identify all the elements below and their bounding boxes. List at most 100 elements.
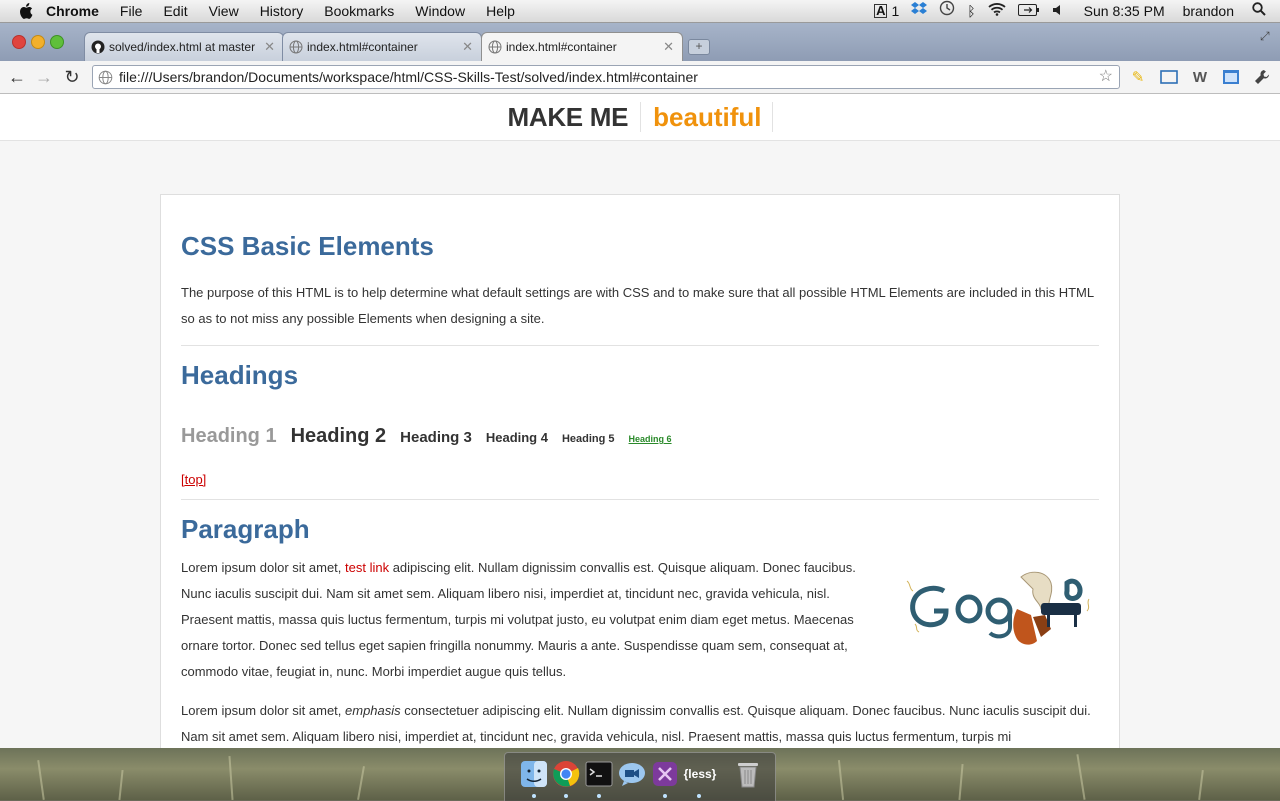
- extension-screen-icon[interactable]: [1159, 67, 1179, 87]
- tab-github[interactable]: solved/index.html at master ✕: [84, 32, 284, 61]
- time-machine-icon[interactable]: [939, 0, 955, 22]
- globe-icon: [289, 40, 303, 54]
- menu-extras: A 1 ᛒ Sun 8:35 PM brandon: [874, 0, 1266, 22]
- zoom-window-button[interactable]: [50, 35, 64, 49]
- running-indicator: [564, 794, 568, 798]
- extension-window-icon[interactable]: [1221, 67, 1241, 87]
- wallpaper-grass: [357, 766, 365, 800]
- extension-note-icon[interactable]: ✎: [1128, 67, 1148, 87]
- close-tab-icon[interactable]: ✕: [663, 39, 674, 55]
- tab-index-active[interactable]: index.html#container ✕: [481, 32, 683, 61]
- running-indicator: [597, 794, 601, 798]
- clock[interactable]: Sun 8:35 PM: [1084, 0, 1165, 22]
- content-container: CSS Basic Elements The purpose of this H…: [160, 194, 1120, 748]
- dock: {less}: [504, 752, 776, 801]
- trash-icon[interactable]: [733, 759, 763, 789]
- paragraph-1-text: Lorem ipsum dolor sit amet,: [181, 560, 346, 575]
- globe-icon: [488, 40, 502, 54]
- menu-edit[interactable]: Edit: [163, 0, 187, 22]
- divider: [181, 499, 1099, 500]
- close-tab-icon[interactable]: ✕: [462, 39, 473, 55]
- minimize-window-button[interactable]: [31, 35, 45, 49]
- heading-2-sample: Heading 2: [290, 425, 387, 447]
- heading-1-sample: Heading 1: [181, 425, 277, 447]
- wrench-menu-icon[interactable]: [1252, 67, 1272, 87]
- extension-w-icon[interactable]: W: [1190, 67, 1210, 87]
- heading-6-sample[interactable]: Heading 6: [629, 434, 672, 444]
- application-icon[interactable]: [650, 759, 680, 789]
- heading-4-sample: Heading 4: [485, 430, 548, 445]
- heading-3-sample: Heading 3: [400, 429, 472, 446]
- menu-view[interactable]: View: [209, 0, 239, 22]
- menu-app-name[interactable]: Chrome: [46, 0, 99, 22]
- browser-toolbar: ← → ↻ file:///Users/brandon/Documents/wo…: [0, 61, 1280, 94]
- close-window-button[interactable]: [12, 35, 26, 49]
- github-icon: [91, 40, 105, 54]
- test-link[interactable]: test link: [345, 560, 389, 575]
- wallpaper-grass: [37, 760, 45, 800]
- site-logo-main[interactable]: MAKE ME: [507, 102, 642, 132]
- intro-paragraph: The purpose of this HTML is to help dete…: [181, 285, 1094, 326]
- adobe-icon[interactable]: A: [874, 4, 888, 18]
- tab-index-1[interactable]: index.html#container ✕: [282, 32, 482, 61]
- new-tab-button[interactable]: +: [688, 39, 710, 55]
- apple-menu-icon[interactable]: [18, 3, 34, 19]
- top-link[interactable]: [top]: [181, 471, 1099, 489]
- google-doodle-image: [906, 571, 1090, 645]
- site-header: MAKE ME beautiful: [0, 94, 1280, 141]
- wallpaper-grass: [1076, 754, 1086, 800]
- running-indicator: [532, 794, 536, 798]
- wallpaper-grass: [1198, 769, 1204, 801]
- url-text[interactable]: file:///Users/brandon/Documents/workspac…: [119, 66, 698, 88]
- tab-title: index.html#container: [307, 40, 418, 54]
- volume-icon[interactable]: [1052, 0, 1064, 22]
- page-info-icon[interactable]: [98, 70, 113, 85]
- paragraph-section-title: Paragraph: [181, 514, 310, 544]
- forward-button[interactable]: →: [34, 67, 54, 87]
- divider: [181, 345, 1099, 346]
- bluetooth-icon[interactable]: ᛒ: [967, 0, 975, 22]
- tab-strip: solved/index.html at master ✕ index.html…: [0, 23, 1280, 61]
- address-bar[interactable]: file:///Users/brandon/Documents/workspac…: [92, 65, 1120, 89]
- finder-icon[interactable]: [519, 759, 549, 789]
- menu-window[interactable]: Window: [415, 0, 465, 22]
- headings-sample-row: Heading 1 Heading 2 Heading 3 Heading 4 …: [181, 425, 1099, 451]
- menu-help[interactable]: Help: [486, 0, 515, 22]
- menu-file[interactable]: File: [120, 0, 143, 22]
- close-tab-icon[interactable]: ✕: [264, 39, 275, 55]
- menu-bookmarks[interactable]: Bookmarks: [324, 0, 394, 22]
- facetime-icon[interactable]: [617, 759, 647, 789]
- terminal-icon[interactable]: [584, 759, 614, 789]
- wifi-icon[interactable]: [988, 0, 1006, 22]
- paragraph-block: Lorem ipsum dolor sit amet, test link ad…: [181, 555, 1099, 685]
- wallpaper-grass: [228, 755, 234, 801]
- chrome-icon[interactable]: [551, 759, 581, 789]
- status-number: 1: [891, 3, 900, 19]
- headings-section-title: Headings: [181, 360, 299, 390]
- wallpaper-grass: [958, 763, 964, 801]
- user-name[interactable]: brandon: [1183, 0, 1234, 22]
- menu-history[interactable]: History: [260, 0, 304, 22]
- reload-button[interactable]: ↻: [62, 67, 82, 87]
- less-app-icon[interactable]: {less}: [681, 759, 719, 789]
- menu-bar: Chrome File Edit View History Bookmarks …: [0, 0, 1280, 23]
- paragraph-2: Lorem ipsum dolor sit amet, emphasis con…: [181, 698, 1099, 748]
- emphasis-text: emphasis: [345, 703, 401, 718]
- paragraph-2-text: Lorem ipsum dolor sit amet,: [181, 703, 346, 718]
- paragraph-1: Lorem ipsum dolor sit amet, test link ad…: [181, 555, 881, 685]
- battery-icon[interactable]: [1017, 0, 1040, 22]
- wallpaper-grass: [118, 769, 124, 801]
- spotlight-search-icon[interactable]: [1252, 0, 1266, 22]
- running-indicator: [697, 794, 701, 798]
- back-button[interactable]: ←: [7, 67, 27, 87]
- fullscreen-icon[interactable]: ⤢: [1260, 29, 1274, 43]
- site-logo-sub[interactable]: beautiful: [641, 102, 773, 132]
- page-title: CSS Basic Elements: [181, 231, 434, 261]
- wallpaper-grass: [837, 760, 845, 800]
- paragraph-1-text: adipiscing elit. Nullam dignissim conval…: [181, 560, 856, 679]
- dropbox-icon[interactable]: [911, 0, 928, 22]
- running-indicator: [663, 794, 667, 798]
- heading-5-sample: Heading 5: [561, 433, 615, 445]
- tab-title: solved/index.html at master: [109, 40, 256, 54]
- bookmark-star-icon[interactable]: ☆: [1099, 67, 1113, 87]
